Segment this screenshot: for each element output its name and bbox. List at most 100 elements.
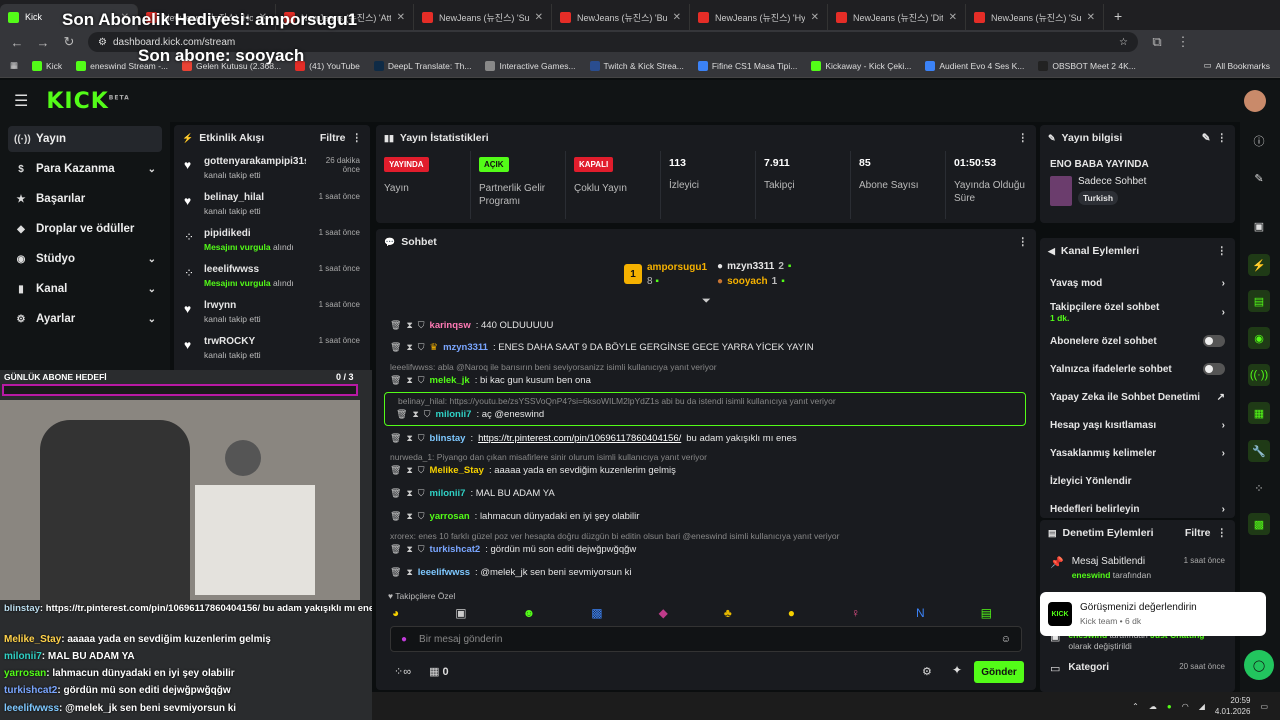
collapse-icon[interactable]: ⏷ [702,295,711,308]
info-icon[interactable]: ⓘ [1248,130,1270,152]
emote-icon[interactable]: ● [788,606,795,620]
kick-logo[interactable]: KICKBETA [46,89,129,114]
emote-icon[interactable]: ◕ [392,606,399,620]
clock[interactable]: 20:59 4.01.2026 [1215,695,1251,717]
browser-tab[interactable]: NewJeans (뉴진스) 'Bubbl✕ [552,4,690,30]
emote-icon[interactable]: ▩ [591,606,602,620]
activity-item[interactable]: ⁘ pipidikedi Mesajını vurgula alındı 1 saat… [174,223,370,259]
forward-icon[interactable]: → [36,35,50,50]
chat-message[interactable]: 🗑 ⧗ ⛉ turkishcat2: gördün mü son editi dejw… [390,544,636,555]
more-options-icon[interactable]: ⋮ [1217,132,1228,144]
nav-item-basarilar[interactable]: ★ Başarılar [8,186,162,212]
edit-icon[interactable]: ✎ [1202,132,1211,144]
chat-message[interactable]: 🗑 ⧗ ⛉ yarrosan: lahmacun dünyadaki en iyi ş… [390,511,639,522]
action-ai-moderation[interactable]: Yapay Zeka ile Sohbet Denetimi ↗ [1040,383,1235,411]
notification-icon[interactable]: ▭ [1260,702,1268,711]
activity-item[interactable]: ♥ lrwynn kanalı takip etti 1 saat önce [174,295,370,331]
store-points[interactable]: ▦ 0 [429,665,449,678]
more-options-icon[interactable]: ⋮ [1018,132,1029,144]
timeout-icon[interactable]: ⧗ [406,465,412,476]
chat-link[interactable]: https://tr.pinterest.com/pin/10696117860… [478,433,681,444]
timeout-icon[interactable]: ⧗ [406,511,412,522]
bookmark[interactable]: Fifine CS1 Masa Tipi... [697,60,797,71]
back-icon[interactable]: ← [10,35,24,50]
gifter[interactable]: ● sooyach 1 ▪ [717,276,791,287]
wrench-icon[interactable]: 🔧 [1248,440,1270,462]
menu-icon[interactable]: ⋮ [1176,34,1190,50]
bookmark-star-icon[interactable]: ☆ [1119,37,1128,48]
chat-message[interactable]: 🗑 ⧗ ⛉ milonii7: aç @eneswind [396,409,544,420]
filter-button[interactable]: Filtre [320,132,346,144]
activity-item[interactable]: ♥ belinay_hilal kanalı takip etti 1 saat ön… [174,187,370,223]
bookmark[interactable]: DeepL Translate: Th... [373,60,471,71]
browser-tab[interactable]: NewJeans (뉴진스) 'Ditto ✕ [828,4,966,30]
emoji-icon[interactable]: ☺ [1001,634,1011,645]
delete-icon[interactable]: 🗑 [390,320,401,331]
support-chat-icon[interactable]: ◯ [1244,650,1274,680]
close-icon[interactable]: ✕ [535,12,543,23]
bookmark[interactable]: Kickaway - Kick Çeki... [811,60,911,71]
action-goals[interactable]: Hedefleri belirleyin › [1040,495,1235,523]
emote-icon[interactable]: ☻ [523,606,536,620]
delete-icon[interactable]: 🗑 [390,342,401,353]
emote-icon[interactable]: ◆ [659,606,668,620]
chat-message[interactable]: 🗑 ⧗ ⛉ melek_jk: bi kac gun kusum ben ona [390,375,591,386]
close-icon[interactable]: ✕ [673,12,681,23]
site-info-icon[interactable]: ⚙ [98,37,107,48]
delete-icon[interactable]: 🗑 [390,433,401,444]
close-icon[interactable]: ✕ [949,12,957,23]
close-icon[interactable]: ✕ [1087,12,1095,23]
channel-points-icon[interactable]: ⁘∞ [394,665,411,678]
action-followers-only[interactable]: Takipçilere özel sohbet 1 dk. › [1040,297,1235,327]
log-icon[interactable]: ▦ [1248,402,1270,424]
mod-log-item[interactable]: 📌 Mesaj Sabitlendi 1 saat önce eneswind t… [1040,546,1235,580]
timeout-icon[interactable]: ⧗ [406,433,412,444]
user-avatar[interactable] [1244,90,1266,112]
activity-item[interactable]: ♥ trwROCKY kanalı takip etti 1 saat önce [174,331,370,367]
timeout-icon[interactable]: ⧗ [406,375,412,386]
delete-icon[interactable]: 🗑 [390,465,401,476]
more-options-icon[interactable]: ⋮ [1217,245,1228,257]
notification-toast[interactable]: KICK Görüşmenizi değerlendirin Kick team … [1040,592,1266,636]
timeout-icon[interactable]: ⧗ [412,409,418,420]
nav-item-para-kazanma[interactable]: $ Para Kazanma ⌄ [8,156,162,182]
settings-icon[interactable]: ⚙ [922,665,932,678]
document-icon[interactable]: ▤ [1248,290,1270,312]
camera-icon[interactable]: ▣ [1248,215,1270,237]
chat-message[interactable]: 🗑 ⧗ leeelifwwss: @melek_jk sen beni sevmiy… [390,567,631,578]
cloud-icon[interactable]: ☁ [1149,702,1157,711]
emote-icon[interactable]: Ν [916,606,925,620]
action-emotes-only[interactable]: Yalnızca ifadelerle sohbet [1040,355,1235,383]
nav-item-droplar[interactable]: ◆ Droplar ve ödüller [8,216,162,242]
tray-chevron-icon[interactable]: ⌃ [1132,702,1139,711]
browser-tab[interactable]: NewJeans (뉴진스) 'Hype✕ [690,4,828,30]
timeout-icon[interactable]: ⧗ [406,488,412,499]
delete-icon[interactable]: 🗑 [390,511,401,522]
bookmark[interactable]: Audient Evo 4 Ses K... [925,60,1024,71]
timeout-icon[interactable]: ⧗ [406,342,412,353]
top-gifter[interactable]: 1 amporsugu1 8 ▪ [624,261,707,287]
gifter[interactable]: ● mzyn3311 2 ▪ [717,261,791,272]
delete-icon[interactable]: 🗑 [396,409,407,420]
bookmark[interactable]: Twitch & Kick Strea... [589,60,684,71]
browser-tab[interactable]: NewJeans (뉴진스) 'Super✕ [414,4,552,30]
bookmark[interactable]: Interactive Games... [485,60,576,71]
more-options-icon[interactable]: ⋮ [352,132,363,144]
chat-message-input[interactable]: ● Bir mesaj gönderin ☺ [390,626,1022,652]
emote-icon[interactable]: ▣ [455,606,466,620]
more-options-icon[interactable]: ⋮ [1217,527,1228,539]
browser-tab[interactable]: NewJeans (뉴진스) 'Super✕ [966,4,1104,30]
nav-item-kanal[interactable]: ▮ Kanal ⌄ [8,276,162,302]
chat-message[interactable]: 🗑 ⧗ ⛉ milonii7: MAL BU ADAM YA [390,488,555,499]
action-slow-mode[interactable]: Yavaş mod › [1040,269,1235,297]
emote-icon[interactable]: ♀ [851,606,860,620]
hamburger-menu-icon[interactable]: ☰ [14,91,28,111]
bookmark[interactable]: Kick [32,60,62,71]
action-banned-words[interactable]: Yasaklanmış kelimeler › [1040,439,1235,467]
wifi-icon[interactable]: ◠ [1182,702,1189,711]
volume-icon[interactable]: ◢ [1199,702,1205,711]
apps-icon[interactable]: ▦ [10,60,18,71]
reload-icon[interactable]: ↻ [62,34,76,50]
nav-item-ayarlar[interactable]: ⚙ Ayarlar ⌄ [8,306,162,332]
nav-item-studyo[interactable]: ◉ Stüdyo ⌄ [8,246,162,272]
